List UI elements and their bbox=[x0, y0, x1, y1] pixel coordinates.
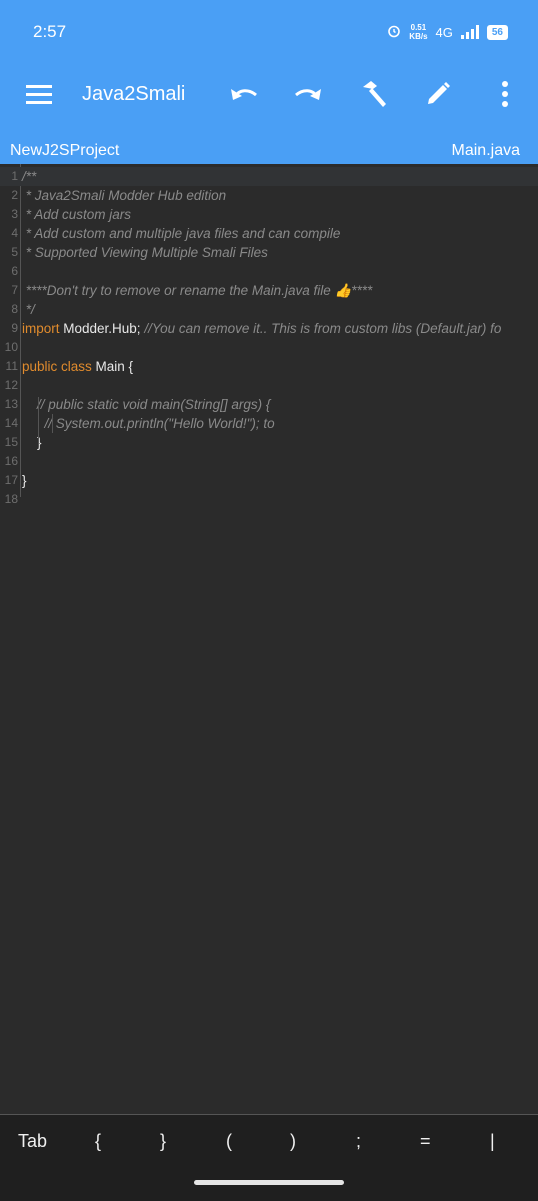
code-line[interactable]: 14 // System.out.println("Hello World!")… bbox=[0, 414, 538, 433]
symbol-key[interactable]: ) bbox=[290, 1131, 296, 1152]
net-speed: 0.51 KB/s bbox=[409, 23, 428, 41]
code-line[interactable]: 12 bbox=[0, 376, 538, 395]
code-line[interactable]: 16 bbox=[0, 452, 538, 471]
code-editor[interactable]: 1/** 2 * Java2Smali Modder Hub edition 3 *… bbox=[0, 164, 538, 1114]
more-vert-icon[interactable] bbox=[492, 64, 518, 124]
file-tab[interactable]: Main.java bbox=[452, 142, 520, 160]
redo-icon[interactable] bbox=[290, 64, 326, 124]
project-name[interactable]: NewJ2SProject bbox=[10, 142, 119, 160]
app-bar: 2:57 0.51 KB/s 4G 56 Java2Smali bbox=[0, 0, 538, 140]
symbol-key[interactable]: = bbox=[420, 1131, 431, 1152]
code-line[interactable]: 7 ****Don't try to remove or rename the … bbox=[0, 281, 538, 300]
indent-guide bbox=[38, 397, 39, 447]
line-number: 3 bbox=[11, 207, 18, 221]
line-code: * Java2Smali Modder Hub edition bbox=[22, 186, 226, 205]
status-icons: 0.51 KB/s 4G 56 bbox=[387, 18, 508, 46]
code-line[interactable]: 3 * Add custom jars bbox=[0, 205, 538, 224]
code-text: Modder.Hub; bbox=[59, 321, 141, 336]
toolbar: Java2Smali bbox=[0, 64, 538, 124]
line-number: 4 bbox=[11, 226, 18, 240]
code-line[interactable]: 2 * Java2Smali Modder Hub edition bbox=[0, 186, 538, 205]
line-number: 14 bbox=[4, 416, 18, 430]
file-header: NewJ2SProject Main.java bbox=[0, 140, 538, 164]
code-line[interactable]: 8 */ bbox=[0, 300, 538, 319]
line-code: } bbox=[22, 471, 27, 490]
keyword: import bbox=[22, 321, 60, 336]
line-number: 5 bbox=[11, 245, 18, 259]
symbol-key[interactable]: ; bbox=[356, 1131, 361, 1152]
comment-text: * Add custom and multiple java files and… bbox=[22, 226, 341, 241]
comment-text: // public static void main(String[] args… bbox=[22, 397, 271, 412]
code-line[interactable]: 18 bbox=[0, 490, 538, 509]
line-code: ****Don't try to remove or rename the Ma… bbox=[22, 281, 373, 300]
line-code: * Supported Viewing Multiple Smali Files bbox=[22, 243, 268, 262]
line-number: 12 bbox=[4, 378, 18, 392]
code-line[interactable]: 13 // public static void main(String[] a… bbox=[0, 395, 538, 414]
line-code: import Modder.Hub; //You can remove it..… bbox=[22, 319, 501, 338]
line-number: 6 bbox=[11, 264, 18, 278]
signal-icon bbox=[460, 25, 479, 39]
comment-text: * Java2Smali Modder Hub edition bbox=[22, 188, 227, 203]
line-number: 15 bbox=[4, 435, 18, 449]
symbol-key[interactable]: } bbox=[160, 1131, 166, 1152]
line-code: public class Main { bbox=[22, 357, 133, 376]
symbol-key[interactable]: ( bbox=[226, 1131, 232, 1152]
line-number: 1 bbox=[11, 169, 18, 183]
line-number: 10 bbox=[4, 340, 18, 354]
comment-text: ****Don't try to remove or rename the Ma… bbox=[22, 283, 373, 298]
battery-icon: 56 bbox=[486, 24, 508, 40]
hammer-icon[interactable] bbox=[356, 64, 392, 124]
code-line[interactable]: 10 bbox=[0, 338, 538, 357]
line-number: 9 bbox=[11, 321, 18, 335]
line-code: // public static void main(String[] args… bbox=[22, 395, 270, 414]
code-line[interactable]: 5 * Supported Viewing Multiple Smali Fil… bbox=[0, 243, 538, 262]
code-line[interactable]: 6 bbox=[0, 262, 538, 281]
line-number: 2 bbox=[11, 188, 18, 202]
line-code: */ bbox=[22, 300, 35, 319]
comment-text: * Supported Viewing Multiple Smali Files bbox=[22, 245, 268, 260]
line-number: 11 bbox=[5, 359, 18, 373]
status-time: 2:57 bbox=[33, 22, 67, 41]
code-line[interactable]: 17} bbox=[0, 471, 538, 490]
code-line[interactable]: 9 import Modder.Hub; //You can remove it.… bbox=[0, 319, 538, 338]
code-text: } bbox=[22, 473, 27, 488]
comment-text: // System.out.println("Hello World!"); t… bbox=[22, 416, 275, 431]
line-number: 17 bbox=[4, 473, 18, 487]
code-text: Main { bbox=[91, 359, 134, 374]
menu-icon[interactable] bbox=[24, 64, 54, 124]
line-code: * Add custom jars bbox=[22, 205, 131, 224]
line-number: 7 bbox=[11, 283, 18, 297]
line-number: 13 bbox=[4, 397, 18, 411]
code-line[interactable]: 11 public class Main { bbox=[0, 357, 538, 376]
symbol-key[interactable]: Tab bbox=[18, 1131, 47, 1152]
symbol-key[interactable]: { bbox=[95, 1131, 101, 1152]
line-code: // System.out.println("Hello World!"); t… bbox=[22, 414, 275, 433]
keyword: public class bbox=[22, 359, 92, 374]
comment-text: */ bbox=[22, 302, 35, 317]
line-code: * Add custom and multiple java files and… bbox=[22, 224, 341, 243]
code-line[interactable]: 1 /** bbox=[0, 167, 538, 186]
line-number: 18 bbox=[4, 492, 18, 506]
alarm-icon bbox=[387, 24, 401, 41]
home-indicator[interactable] bbox=[194, 1180, 344, 1185]
comment-text: * Add custom jars bbox=[22, 207, 132, 222]
symbol-key[interactable]: | bbox=[490, 1131, 495, 1152]
line-code: /** bbox=[22, 167, 36, 186]
network-type: 4G bbox=[435, 24, 453, 40]
pencil-icon[interactable] bbox=[420, 64, 456, 124]
line-number: 16 bbox=[4, 454, 18, 468]
line-number: 8 bbox=[11, 302, 18, 316]
app-title: Java2Smali bbox=[82, 83, 186, 105]
undo-icon[interactable] bbox=[226, 64, 262, 124]
symbol-bar: Tab {} (); = | bbox=[0, 1114, 538, 1201]
inline-comment: //You can remove it.. This is from custo… bbox=[140, 321, 502, 336]
indent-guide bbox=[52, 414, 53, 433]
code-line[interactable]: 15 } bbox=[0, 433, 538, 452]
code-line[interactable]: 4 * Add custom and multiple java files a… bbox=[0, 224, 538, 243]
comment-text: /** bbox=[22, 169, 37, 184]
